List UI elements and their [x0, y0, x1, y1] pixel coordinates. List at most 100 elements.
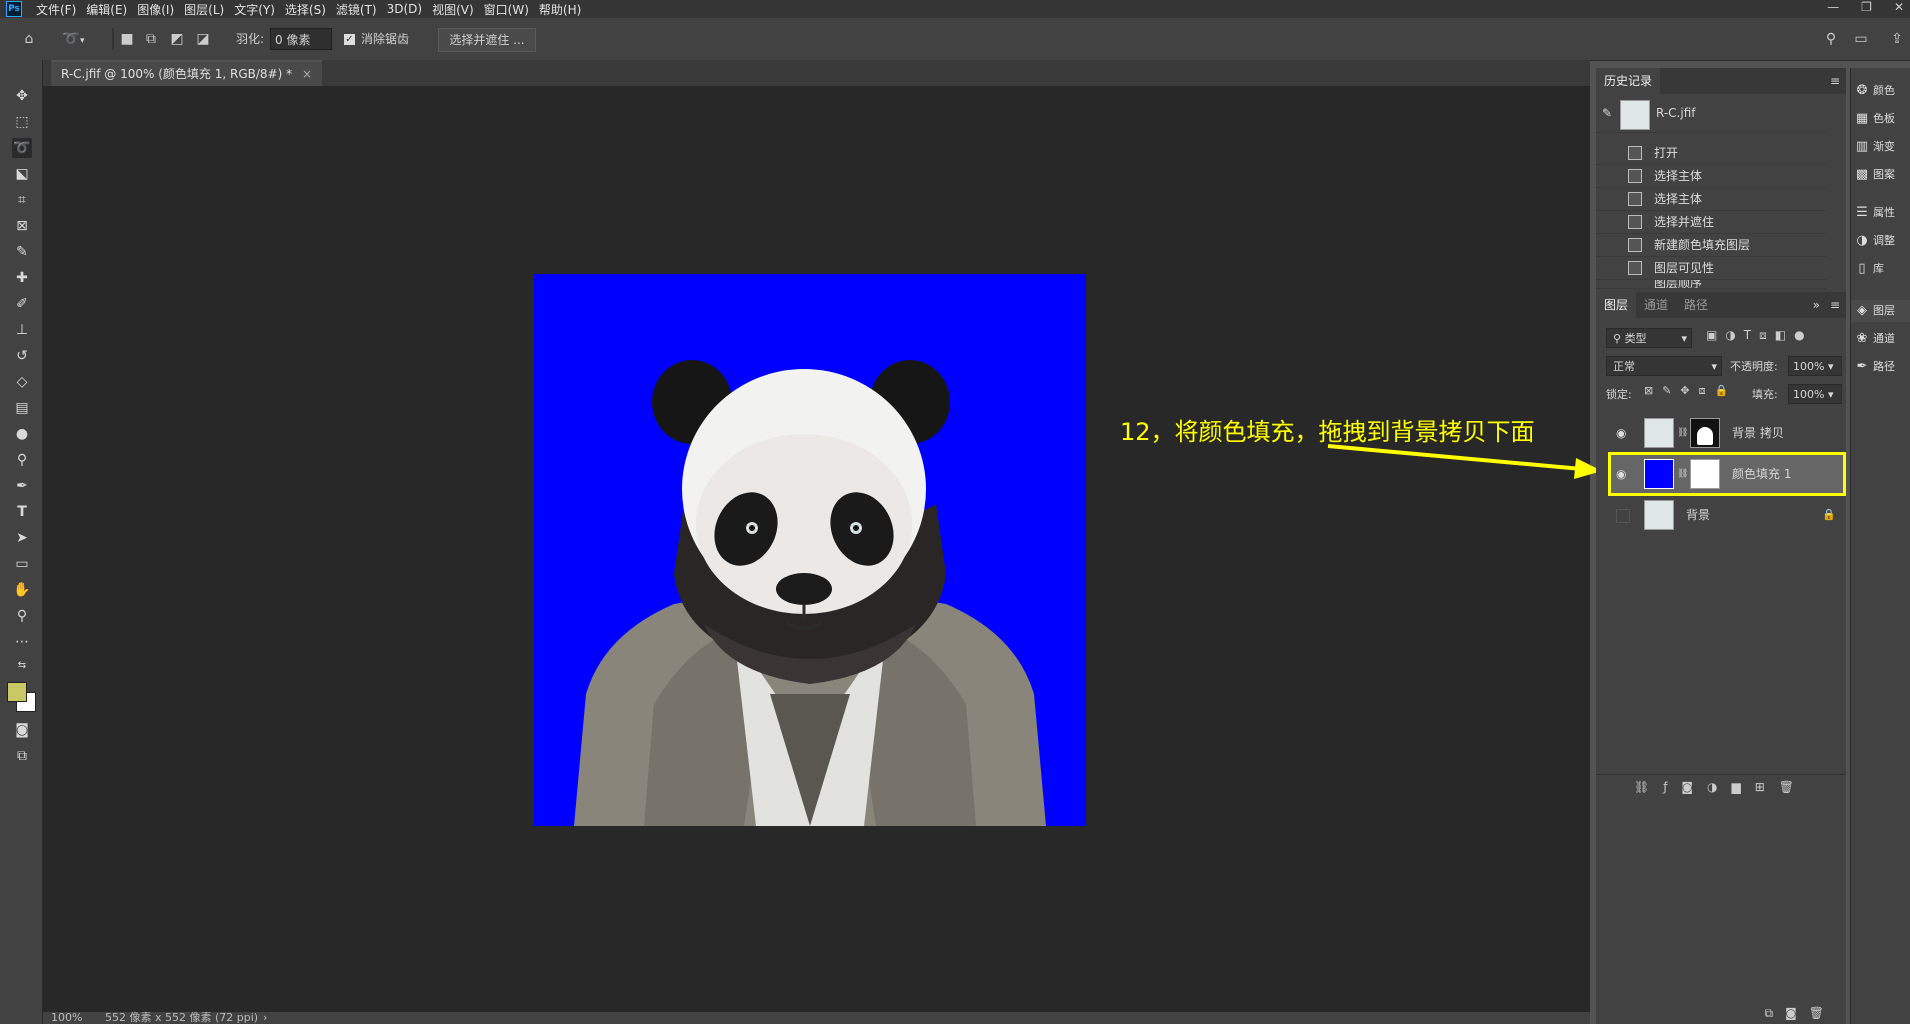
screen-mode-icon[interactable]: ⧉ — [12, 746, 32, 766]
history-step[interactable]: 图层可见性 — [1596, 257, 1826, 280]
menu-3d[interactable]: 3D(D) — [387, 2, 422, 16]
lasso-tool-preset-icon[interactable]: ➰▾ — [62, 28, 84, 50]
tab-close-icon[interactable]: × — [302, 67, 312, 81]
layer-filter-select[interactable]: ⚲ 类型 ▾ — [1606, 328, 1692, 348]
object-select-tool-icon[interactable]: ⬕ — [12, 164, 32, 184]
menu-window[interactable]: 窗口(W) — [484, 1, 529, 18]
crop-tool-icon[interactable]: ⌗ — [12, 190, 32, 210]
panel-color[interactable]: ❂ 颜色 — [1851, 80, 1910, 102]
layers-footer-icons[interactable]: ⛓ƒ◙◑▆⊞🗑 — [1596, 774, 1846, 799]
menu-help[interactable]: 帮助(H) — [539, 1, 581, 18]
restore-button[interactable]: ❐ — [1861, 0, 1872, 14]
frame-tool-icon[interactable]: ⊠ — [12, 216, 32, 236]
panel-adjustments[interactable]: ◑ 调整 — [1851, 230, 1910, 252]
menu-layer[interactable]: 图层(L) — [184, 1, 224, 18]
panel-paths[interactable]: ✒ 路径 — [1851, 356, 1910, 378]
more-tools-icon[interactable]: ⋯ — [12, 632, 32, 652]
dodge-tool-icon[interactable]: ⚲ — [12, 450, 32, 470]
panel-layers[interactable]: ◈ 图层 — [1851, 300, 1910, 322]
expand-panels-icon[interactable]: » — [1813, 292, 1820, 318]
status-menu-arrow[interactable]: › — [263, 1012, 267, 1024]
swap-colors-icon[interactable]: ⇆ — [12, 656, 32, 676]
menu-image[interactable]: 图像(I) — [137, 1, 174, 18]
home-icon[interactable]: ⌂ — [20, 28, 38, 50]
eraser-tool-icon[interactable]: ◇ — [12, 372, 32, 392]
layer-filter-icons[interactable]: ▣◑T⧈◧● — [1706, 328, 1813, 343]
menu-type[interactable]: 文字(Y) — [234, 1, 275, 18]
history-footer-icons[interactable]: ⧉◙🗑 — [1596, 1002, 1846, 1024]
healing-brush-icon[interactable]: ✚ — [12, 268, 32, 288]
fill-input[interactable]: 100% ▾ — [1788, 384, 1842, 404]
add-selection-icon[interactable]: ⧉ — [142, 28, 160, 50]
history-step[interactable]: 打开 — [1596, 142, 1826, 165]
history-brush-icon[interactable]: ↺ — [12, 346, 32, 366]
marquee-tool-icon[interactable]: ⬚ — [12, 112, 32, 132]
panel-channels[interactable]: ❀ 通道 — [1851, 328, 1910, 350]
minimize-button[interactable]: — — [1827, 0, 1839, 14]
move-tool-icon[interactable]: ✥ — [12, 86, 32, 106]
menu-view[interactable]: 视图(V) — [432, 1, 474, 18]
zoom-level[interactable]: 100% — [51, 1012, 82, 1024]
menu-filter[interactable]: 滤镜(T) — [336, 1, 377, 18]
panel-gradients[interactable]: ▥ 渐变 — [1851, 136, 1910, 158]
lasso-tool-icon[interactable]: ➰ — [12, 138, 32, 158]
layer-mask-thumbnail[interactable] — [1690, 459, 1720, 489]
path-select-icon[interactable]: ➤ — [12, 528, 32, 548]
menu-edit[interactable]: 编辑(E) — [86, 1, 127, 18]
opacity-input[interactable]: 100% ▾ — [1788, 356, 1842, 376]
layer-row-selected[interactable]: ◉ ⛓ 颜色填充 1 — [1608, 452, 1846, 496]
visibility-off-icon[interactable] — [1616, 509, 1630, 523]
panel-libraries[interactable]: ▯ 库 — [1851, 258, 1910, 280]
tab-layers[interactable]: 图层 — [1596, 292, 1637, 318]
search-icon[interactable]: ⚲ — [1822, 28, 1840, 50]
feather-input[interactable]: 0 像素 — [270, 28, 332, 50]
link-icon[interactable]: ⛓ — [1677, 413, 1688, 453]
foreground-color-swatch[interactable] — [7, 682, 27, 702]
history-step[interactable]: 图层顺序 — [1596, 280, 1826, 289]
link-icon[interactable]: ⛓ — [1677, 454, 1688, 494]
visibility-eye-icon[interactable]: ◉ — [1616, 427, 1630, 439]
intersect-selection-icon[interactable]: ◪ — [194, 28, 212, 50]
document-tab[interactable]: R-C.jfif @ 100% (颜色填充 1, RGB/8#) * × — [51, 60, 322, 86]
tab-channels[interactable]: 通道 — [1636, 292, 1676, 318]
pen-tool-icon[interactable]: ✒ — [12, 476, 32, 496]
document-image[interactable] — [534, 274, 1086, 826]
panel-menu-icon[interactable]: ≡ — [1830, 68, 1840, 94]
blend-mode-select[interactable]: 正常 ▾ — [1606, 356, 1722, 376]
antialias-checkbox[interactable]: ✓ — [344, 28, 355, 50]
type-tool-icon[interactable]: T — [12, 502, 32, 522]
close-button[interactable]: ✕ — [1894, 0, 1904, 14]
gradient-tool-icon[interactable]: ▤ — [12, 398, 32, 418]
tab-paths[interactable]: 路径 — [1676, 292, 1716, 318]
rectangle-tool-icon[interactable]: ▭ — [12, 554, 32, 574]
history-step[interactable]: 选择并遮住 — [1596, 211, 1826, 234]
history-snapshot[interactable]: ✎ R-C.jfif — [1596, 96, 1826, 133]
subtract-selection-icon[interactable]: ◩ — [168, 28, 186, 50]
share-icon[interactable]: ⇪ — [1888, 28, 1906, 50]
menu-select[interactable]: 选择(S) — [285, 1, 326, 18]
new-selection-icon[interactable]: ■ — [118, 28, 136, 50]
history-brush-source-icon[interactable]: ✎ — [1602, 106, 1612, 120]
panel-patterns[interactable]: ▩ 图案 — [1851, 164, 1910, 186]
history-step[interactable]: 选择主体 — [1596, 165, 1826, 188]
history-step[interactable]: 新建颜色填充图层 — [1596, 234, 1826, 257]
eyedropper-tool-icon[interactable]: ✎ — [12, 242, 32, 262]
tab-history[interactable]: 历史记录 — [1596, 68, 1661, 94]
layer-mask-thumbnail[interactable] — [1690, 418, 1720, 448]
blur-tool-icon[interactable]: ● — [12, 424, 32, 444]
history-step[interactable]: 选择主体 — [1596, 188, 1826, 211]
clone-stamp-icon[interactable]: ⊥ — [12, 320, 32, 340]
panel-menu-icon[interactable]: ≡ — [1830, 292, 1840, 318]
lock-icons[interactable]: ⊠✎✥⧈🔒 — [1644, 384, 1737, 398]
visibility-eye-icon[interactable]: ◉ — [1616, 468, 1630, 480]
panel-properties[interactable]: ☰ 属性 — [1851, 202, 1910, 224]
quick-mask-icon[interactable]: ◙ — [12, 720, 32, 740]
panel-swatches[interactable]: ▦ 色板 — [1851, 108, 1910, 130]
brush-tool-icon[interactable]: ✐ — [12, 294, 32, 314]
layer-row[interactable]: ◉ ⛓ 背景 拷贝 — [1610, 413, 1844, 453]
select-and-mask-button[interactable]: 选择并遮住 ... — [438, 28, 536, 52]
hand-tool-icon[interactable]: ✋ — [12, 580, 32, 600]
workspace-icon[interactable]: ▭ — [1852, 28, 1870, 50]
menu-file[interactable]: 文件(F) — [36, 1, 76, 18]
zoom-tool-icon[interactable]: ⚲ — [12, 606, 32, 626]
